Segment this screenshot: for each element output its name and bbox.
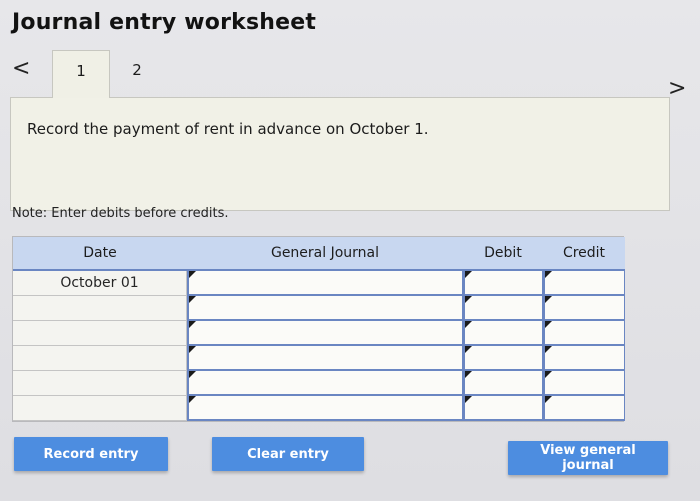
credit-input[interactable]: [543, 321, 625, 346]
input-marker-icon: [465, 271, 472, 278]
input-marker-icon: [465, 396, 472, 403]
credit-input[interactable]: [543, 296, 625, 321]
column-header-credit: Credit: [543, 237, 625, 271]
debit-input[interactable]: [463, 296, 543, 321]
account-input[interactable]: [187, 371, 463, 396]
debit-input[interactable]: [463, 371, 543, 396]
account-input[interactable]: [187, 321, 463, 346]
table-row: [13, 346, 625, 371]
dropdown-marker-icon: [189, 271, 196, 278]
table-row: October 01: [13, 271, 625, 296]
dropdown-marker-icon: [189, 296, 196, 303]
debit-input[interactable]: [463, 321, 543, 346]
input-marker-icon: [545, 296, 552, 303]
record-entry-button[interactable]: Record entry: [14, 437, 168, 471]
debit-input[interactable]: [463, 346, 543, 371]
date-cell: [13, 321, 187, 346]
dropdown-marker-icon: [189, 396, 196, 403]
date-cell: [13, 296, 187, 321]
date-cell: [13, 371, 187, 396]
table-row: [13, 321, 625, 346]
input-marker-icon: [465, 321, 472, 328]
input-marker-icon: [545, 346, 552, 353]
credit-input[interactable]: [543, 396, 625, 421]
input-marker-icon: [545, 371, 552, 378]
table-row: [13, 396, 625, 421]
view-general-journal-button[interactable]: View general journal: [508, 441, 668, 475]
instruction-panel: Record the payment of rent in advance on…: [10, 97, 670, 211]
column-header-date: Date: [13, 237, 187, 271]
chevron-right-icon[interactable]: >: [668, 78, 686, 100]
date-cell: October 01: [13, 271, 187, 296]
credit-input[interactable]: [543, 371, 625, 396]
page: Journal entry worksheet < 1 2 > Record t…: [0, 0, 700, 501]
dropdown-marker-icon: [189, 321, 196, 328]
credit-input[interactable]: [543, 271, 625, 296]
table-row: [13, 371, 625, 396]
input-marker-icon: [545, 271, 552, 278]
column-header-debit: Debit: [463, 237, 543, 271]
date-cell: [13, 346, 187, 371]
journal-table: Date General Journal Debit Credit Octobe…: [12, 236, 625, 422]
input-marker-icon: [545, 396, 552, 403]
tab-1[interactable]: 1: [52, 50, 110, 98]
account-input[interactable]: [187, 396, 463, 421]
input-marker-icon: [465, 371, 472, 378]
page-title: Journal entry worksheet: [12, 10, 317, 35]
account-input[interactable]: [187, 296, 463, 321]
account-input[interactable]: [187, 346, 463, 371]
dropdown-marker-icon: [189, 371, 196, 378]
debit-input[interactable]: [463, 271, 543, 296]
chevron-left-icon[interactable]: <: [12, 58, 30, 80]
input-marker-icon: [465, 296, 472, 303]
instruction-text: Record the payment of rent in advance on…: [27, 120, 429, 138]
column-header-general-journal: General Journal: [187, 237, 463, 271]
dropdown-marker-icon: [189, 346, 196, 353]
input-marker-icon: [465, 346, 472, 353]
table-row: [13, 296, 625, 321]
clear-entry-button[interactable]: Clear entry: [212, 437, 364, 471]
date-cell: [13, 396, 187, 421]
note-text: Note: Enter debits before credits.: [12, 206, 229, 221]
tab-2[interactable]: 2: [122, 60, 152, 84]
debit-input[interactable]: [463, 396, 543, 421]
credit-input[interactable]: [543, 346, 625, 371]
account-input[interactable]: [187, 271, 463, 296]
input-marker-icon: [545, 321, 552, 328]
